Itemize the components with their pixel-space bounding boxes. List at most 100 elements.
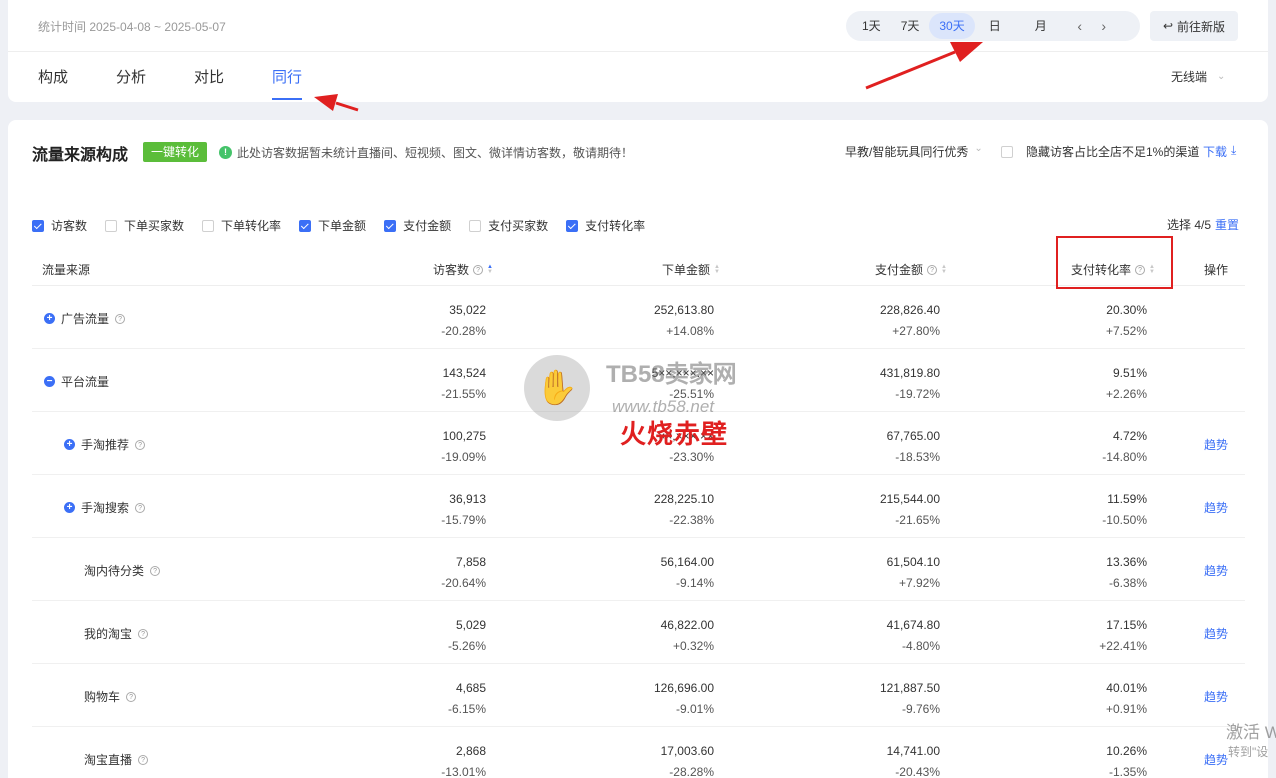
tab-composition[interactable]: 构成: [38, 66, 68, 100]
period-month-button[interactable]: 月: [1025, 13, 1057, 39]
metric-pay-rate[interactable]: 支付转化率: [566, 217, 645, 234]
tab-analysis[interactable]: 分析: [116, 66, 146, 100]
rate-cell: 13.36% -6.38%: [1106, 552, 1147, 594]
help-icon[interactable]: ?: [126, 691, 137, 702]
hide-small-channels-checkbox[interactable]: 隐藏访客占比全店不足1%的渠道: [1001, 143, 1199, 160]
trend-link[interactable]: 趋势: [1204, 436, 1228, 453]
sort-icon[interactable]: ▲ ▼: [941, 264, 947, 275]
change: -21.65%: [895, 513, 940, 527]
change: -5.26%: [447, 639, 486, 653]
value: 20.30%: [1106, 303, 1147, 317]
checkbox[interactable]: [299, 219, 312, 232]
chevron-left-icon[interactable]: ‹: [1069, 18, 1091, 34]
value: 13.36%: [1106, 555, 1147, 569]
download-link[interactable]: 下载 ⤓: [1203, 143, 1236, 160]
pay-cell: 61,504.10 +7.92%: [887, 552, 940, 594]
metric-visitors[interactable]: 访客数: [32, 217, 87, 234]
value: 46,822.00: [660, 618, 714, 632]
checkbox[interactable]: [566, 219, 579, 232]
visitors-cell: 35,022 -20.28%: [441, 300, 486, 342]
metric-pay-amount[interactable]: 支付金额: [384, 217, 451, 234]
value: 14,741.00: [886, 744, 940, 758]
change: +27.80%: [892, 324, 940, 338]
trend-link[interactable]: 趋势: [1204, 751, 1228, 768]
source-label: 平台流量: [61, 375, 110, 389]
expand-icon[interactable]: +: [64, 439, 75, 450]
reset-link[interactable]: 重置: [1215, 218, 1239, 232]
tab-peers[interactable]: 同行: [272, 66, 303, 100]
header-label: 访客数: [433, 263, 470, 277]
metric-order-amount[interactable]: 下单金额: [299, 217, 366, 234]
sort-icon[interactable]: ▲ ▼: [487, 264, 493, 275]
help-icon[interactable]: ?: [135, 502, 146, 513]
metric-order-buyers[interactable]: 下单买家数: [105, 217, 184, 234]
sort-icon[interactable]: ▲ ▼: [714, 264, 720, 275]
tab-bar: 构成 分析 对比 同行: [38, 66, 350, 100]
source-label: 淘内待分类: [84, 564, 145, 578]
expand-icon[interactable]: +: [44, 313, 55, 324]
source-name: 购物车 ?: [84, 688, 137, 705]
trend-link[interactable]: 趋势: [1204, 499, 1228, 516]
help-icon[interactable]: ?: [138, 754, 149, 765]
value: 126,696.00: [653, 681, 714, 695]
checkbox[interactable]: [105, 219, 118, 232]
help-icon[interactable]: ?: [138, 628, 149, 639]
checkbox[interactable]: [384, 219, 397, 232]
period-day-button[interactable]: 日: [979, 13, 1011, 39]
header-visitors[interactable]: 访客数? ▲ ▼: [433, 261, 493, 278]
change: +2.26%: [1105, 387, 1147, 401]
change: -4.80%: [901, 639, 940, 653]
metric-pay-buyers[interactable]: 支付买家数: [469, 217, 548, 234]
source-label: 手淘搜索: [81, 501, 130, 515]
rate-cell: 17.15% +22.41%: [1099, 615, 1147, 657]
help-icon[interactable]: ?: [115, 313, 126, 324]
header-order-amount[interactable]: 下单金额 ▲ ▼: [662, 261, 720, 278]
metric-label: 支付买家数: [488, 219, 549, 233]
value: 17,003.60: [660, 744, 714, 758]
rate-cell: 9.51% +2.26%: [1106, 363, 1147, 405]
checkbox[interactable]: [1001, 145, 1013, 158]
checkbox[interactable]: [32, 219, 44, 232]
tab-compare[interactable]: 对比: [194, 66, 224, 100]
stat-range: 统计时间 2025-04-08 ~ 2025-05-07: [38, 20, 226, 34]
rate-cell: 4.72% -14.80%: [1102, 426, 1147, 468]
help-icon[interactable]: ?: [927, 264, 938, 275]
change: -23.30%: [669, 450, 714, 464]
source-name: − 平台流量: [44, 373, 109, 390]
industry-label: 早教/智能玩具同行优秀: [845, 145, 969, 159]
value: 41,674.80: [886, 618, 940, 632]
metric-label: 支付转化率: [585, 219, 646, 233]
trend-link[interactable]: 趋势: [1204, 562, 1228, 579]
table-row: + 广告流量 ? 35,022 -20.28% 252,613.80 +14.08%…: [32, 286, 1245, 349]
pay-cell: 228,826.40 +27.80%: [880, 300, 940, 342]
value: 228,826.40: [879, 303, 940, 317]
convert-button[interactable]: 一键转化: [143, 142, 208, 162]
period-30d-button[interactable]: 30天: [929, 13, 975, 39]
help-icon[interactable]: ?: [150, 565, 161, 576]
info-icon: !: [219, 146, 232, 159]
period-7d-button[interactable]: 7天: [891, 13, 930, 39]
expand-icon[interactable]: +: [64, 502, 75, 513]
help-icon[interactable]: ?: [135, 439, 146, 450]
value: 143,524: [442, 366, 486, 380]
highlight-box: [1056, 236, 1173, 289]
chevron-right-icon[interactable]: ›: [1093, 18, 1115, 34]
divider: [8, 51, 1268, 52]
trend-link[interactable]: 趋势: [1204, 625, 1228, 642]
metric-order-rate[interactable]: 下单转化率: [202, 217, 281, 234]
industry-select[interactable]: 早教/智能玩具同行优秀 ⌄: [845, 143, 983, 160]
collapse-icon[interactable]: −: [44, 376, 55, 387]
table-row: + 手淘推荐 ? 100,275 -19.09% ××,×××.×× -23.30%…: [32, 412, 1245, 475]
trend-link[interactable]: 趋势: [1204, 688, 1228, 705]
source-label: 手淘推荐: [81, 438, 130, 452]
terminal-select[interactable]: 无线端 ⌄: [1171, 68, 1225, 85]
period-1d-button[interactable]: 1天: [852, 13, 891, 39]
change: -1.35%: [1108, 765, 1147, 778]
notice: ! 此处访客数据暂未统计直播间、短视频、图文、微详情访客数，敬请期待！: [219, 144, 633, 161]
checkbox[interactable]: [202, 219, 215, 232]
metric-label: 访客数: [51, 219, 88, 233]
new-version-button[interactable]: ↩ 前往新版: [1150, 11, 1238, 41]
help-icon[interactable]: ?: [473, 264, 484, 275]
header-pay-amount[interactable]: 支付金额? ▲ ▼: [875, 261, 947, 278]
checkbox[interactable]: [469, 219, 482, 232]
